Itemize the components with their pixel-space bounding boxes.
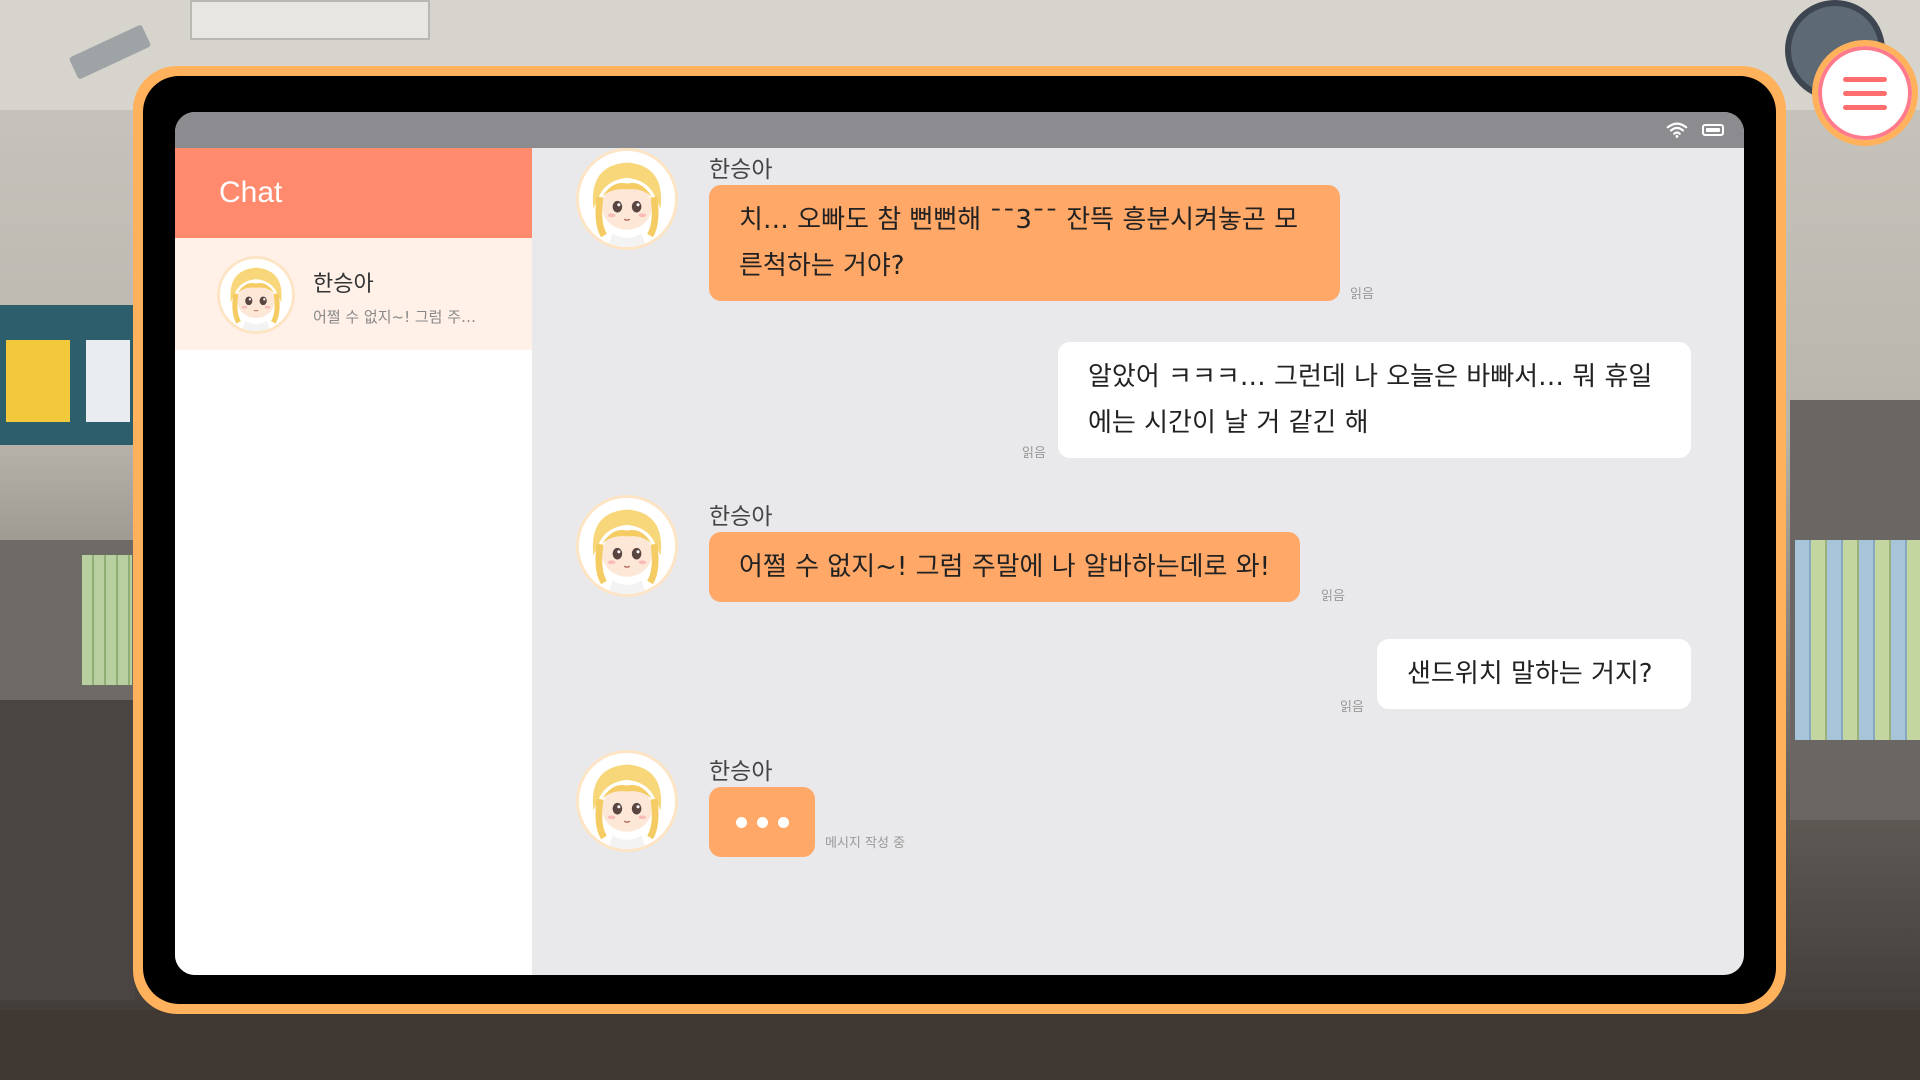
- tablet-bezel: Chat 한승아 어쩔 수 없지~! 그럼 주… 한승아 치… 오빠도 참 뻔뻔…: [143, 76, 1776, 1004]
- tablet-frame: Chat 한승아 어쩔 수 없지~! 그럼 주… 한승아 치… 오빠도 참 뻔뻔…: [133, 66, 1786, 1014]
- read-receipt: 읽음: [1321, 589, 1345, 604]
- sender-name: 한승아: [709, 157, 773, 183]
- contact-name: 한승아: [313, 272, 374, 297]
- chat-sidebar: Chat 한승아 어쩔 수 없지~! 그럼 주…: [175, 148, 532, 975]
- wifi-icon: [1666, 122, 1688, 138]
- typing-status: 메시지 작성 중: [825, 836, 906, 851]
- incoming-message-bubble[interactable]: 치… 오빠도 참 뻔뻔해 ¯¯3¯¯ 잔뜩 흥분시켜놓곤 모른척하는 거야?: [709, 185, 1340, 301]
- last-message-preview: 어쩔 수 없지~! 그럼 주…: [313, 308, 477, 326]
- background-binders-left: [82, 555, 132, 685]
- background-desk-left: [0, 700, 135, 1000]
- background-binders-right: [1795, 540, 1920, 740]
- read-receipt: 읽음: [1350, 287, 1374, 302]
- background-floor: [0, 1010, 1920, 1080]
- message-thread[interactable]: 한승아 치… 오빠도 참 뻔뻔해 ¯¯3¯¯ 잔뜩 흥분시켜놓곤 모른척하는 거…: [532, 148, 1744, 975]
- outgoing-message-bubble[interactable]: 알았어 ㅋㅋㅋ… 그런데 나 오늘은 바빠서… 뭐 휴일에는 시간이 날 거 같…: [1058, 342, 1691, 458]
- outgoing-message-bubble[interactable]: 샌드위치 말하는 거지?: [1377, 639, 1691, 709]
- typing-indicator-bubble: [709, 787, 815, 857]
- background-air-vent: [190, 0, 430, 40]
- anime-girl-avatar-icon: [217, 256, 295, 334]
- background-poster: [6, 340, 70, 422]
- read-receipt: 읽음: [1340, 700, 1364, 715]
- read-receipt: 읽음: [1022, 446, 1046, 461]
- sender-name: 한승아: [709, 504, 773, 530]
- chat-list-item[interactable]: 한승아 어쩔 수 없지~! 그럼 주…: [175, 238, 532, 350]
- sender-avatar: [576, 495, 678, 597]
- hamburger-menu-icon: [1843, 76, 1887, 82]
- sender-avatar: [576, 148, 678, 250]
- sidebar-title: Chat: [175, 148, 532, 238]
- sender-avatar: [576, 750, 678, 852]
- background-notice: [86, 340, 130, 422]
- sender-name: 한승아: [709, 759, 773, 785]
- status-bar: [175, 112, 1744, 148]
- battery-icon: [1702, 124, 1724, 136]
- incoming-message-bubble[interactable]: 어쩔 수 없지~! 그럼 주말에 나 알바하는데로 와!: [709, 532, 1301, 602]
- typing-dots-icon: [709, 787, 815, 857]
- status-icons: [1666, 121, 1724, 139]
- tablet-screen: Chat 한승아 어쩔 수 없지~! 그럼 주… 한승아 치… 오빠도 참 뻔뻔…: [175, 112, 1744, 975]
- hamburger-menu-button[interactable]: [1812, 40, 1918, 146]
